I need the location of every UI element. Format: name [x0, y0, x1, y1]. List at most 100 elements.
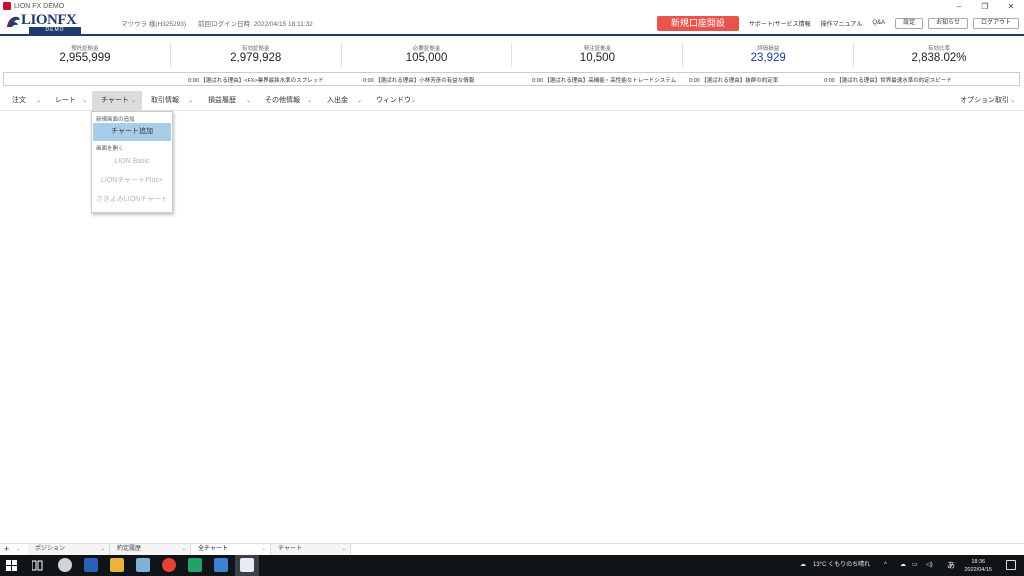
- weather-text[interactable]: 13°C くもりのち晴れ: [813, 555, 870, 576]
- tab-chart[interactable]: チャート ⌄: [271, 544, 351, 555]
- minimize-button[interactable]: –: [946, 2, 972, 11]
- menu-deposit-withdraw[interactable]: 入出金 ⌄: [327, 91, 369, 111]
- remote-desktop-icon[interactable]: [214, 558, 228, 572]
- sheets-icon[interactable]: [188, 558, 202, 572]
- app-icon[interactable]: [136, 558, 150, 572]
- lionfx-logo[interactable]: LIONFX DEMO: [5, 12, 83, 34]
- tab-label: 約定履歴: [117, 546, 142, 552]
- app-icon: [3, 2, 11, 10]
- lion-chart-plus-item[interactable]: LIONチャートPlus+: [92, 171, 172, 190]
- ticker-item[interactable]: 0:00 【選ばれる理由】<FX>業界最狭水準のスプレッド: [188, 76, 324, 84]
- edge-icon[interactable]: [58, 558, 72, 572]
- chevron-down-icon: ⌄: [246, 98, 252, 104]
- summary-deposit: 預託証拠金 2,955,999: [0, 42, 171, 67]
- windows-start-icon[interactable]: [6, 560, 17, 571]
- summary-value: 105,000: [405, 52, 448, 64]
- ticker-item[interactable]: 0:00 【選ばれる理由】世界最速水準の約定スピード: [824, 76, 952, 84]
- summary-required-margin: 必要証拠金 105,000: [342, 42, 513, 67]
- chevron-down-icon: ⌄: [36, 98, 42, 104]
- summary-order-margin: 発注証拠金 10,500: [512, 42, 684, 67]
- file-explorer-icon[interactable]: [110, 558, 124, 572]
- dropdown-section-new: 新規画面の追加: [96, 117, 135, 123]
- sakiyomi-chart-item[interactable]: さきよみLIONチャート: [92, 190, 172, 209]
- close-button[interactable]: ✕: [998, 2, 1024, 11]
- bottom-tab-bar: + ⌄ ポジション ⌄ 約定履歴 ⌄ 全チャート ⌄ チャート ⌄: [0, 543, 1024, 555]
- tab-all-charts[interactable]: 全チャート ⌄: [191, 544, 271, 555]
- chevron-down-icon: ⌄: [411, 98, 417, 104]
- account-summary: 預託証拠金 2,955,999 有効証拠金 2,979,928 必要証拠金 10…: [0, 42, 1024, 67]
- volume-icon[interactable]: ◁): [926, 555, 933, 576]
- menu-label: 取引情報: [151, 97, 179, 104]
- summary-value: 2,979,928: [230, 52, 282, 64]
- weather-icon[interactable]: ☁: [800, 555, 806, 576]
- window-title: LION FX DEMO: [14, 2, 65, 10]
- menu-label: 入出金: [327, 97, 348, 104]
- chevron-down-icon: ⌄: [341, 546, 346, 552]
- notice-button[interactable]: お知らせ: [928, 17, 968, 29]
- menu-label: 損益履歴: [208, 97, 236, 104]
- summary-value: 2,955,999: [59, 52, 111, 64]
- menu-order[interactable]: 注文 ⌄: [12, 91, 48, 111]
- summary-value: 10,500: [579, 52, 615, 64]
- chart-dropdown-menu: 新規画面の追加 チャート追加 画面を開く LION Basic LIONチャート…: [91, 111, 173, 213]
- dropdown-section-open: 画面を開く: [96, 146, 124, 152]
- news-ticker[interactable]: 0:00 【選ばれる理由】<FX>業界最狭水準のスプレッド 0:00 【選ばれる…: [3, 72, 1020, 86]
- notification-icon[interactable]: [1006, 560, 1016, 570]
- add-chart-item[interactable]: チャート追加: [93, 123, 171, 141]
- summary-effective-ratio: 有効比率 2,838.02%: [854, 42, 1024, 67]
- menu-window[interactable]: ウィンドウ ⌄: [376, 91, 422, 111]
- onedrive-icon[interactable]: ☁: [900, 555, 906, 576]
- tray-chevron-icon[interactable]: ^: [884, 555, 887, 576]
- chevron-down-icon[interactable]: ⌄: [16, 544, 20, 555]
- tab-execution-history[interactable]: 約定履歴 ⌄: [110, 544, 191, 555]
- clock-time: 18:36: [971, 559, 986, 565]
- menu-other-info[interactable]: その他情報 ⌄: [265, 91, 321, 111]
- tab-label: ポジション: [35, 546, 66, 552]
- manual-link[interactable]: 操作マニュアル: [821, 19, 863, 28]
- menu-trade-info[interactable]: 取引情報 ⌄: [151, 91, 201, 111]
- task-view-icon[interactable]: [32, 560, 43, 571]
- restore-button[interactable]: ❐: [972, 2, 998, 11]
- tab-position[interactable]: ポジション ⌄: [28, 544, 110, 555]
- chevron-down-icon: ⌄: [261, 546, 266, 552]
- lion-basic-item[interactable]: LION Basic: [92, 152, 172, 171]
- summary-label: 預託証拠金: [71, 46, 99, 52]
- ticker-item[interactable]: 0:00 【選ばれる理由】小林芳彦の有益な情報: [363, 76, 474, 84]
- user-name: マツウラ 様(H325293): [121, 21, 187, 28]
- summary-value: 23,929: [750, 52, 786, 64]
- network-icon[interactable]: ▭: [912, 555, 918, 576]
- settings-button[interactable]: 設定: [895, 17, 924, 29]
- menu-option-trading[interactable]: オプション取引 ⌄: [960, 91, 1020, 111]
- chevron-down-icon: ⌄: [1010, 98, 1016, 104]
- demo-badge: DEMO: [29, 27, 81, 34]
- summary-label: 評価損益: [757, 46, 780, 52]
- system-clock[interactable]: 18:36 2022/04/15: [964, 558, 992, 574]
- add-tab-icon[interactable]: +: [4, 544, 9, 555]
- lionfx-taskbar-active[interactable]: [235, 555, 259, 576]
- menu-label: レート: [55, 97, 76, 104]
- menu-label: 注文: [12, 97, 26, 104]
- lion-icon: [7, 16, 20, 27]
- support-link[interactable]: サポート/サービス情報: [749, 19, 811, 28]
- clock-date: 2022/04/15: [964, 567, 992, 573]
- app-header: LIONFX DEMO マツウラ 様(H325293) 前回ログイン日時: 20…: [0, 12, 1024, 36]
- menu-chart[interactable]: チャート ⌄: [92, 91, 142, 111]
- chevron-down-icon: ⌄: [188, 98, 194, 104]
- summary-label: 有効比率: [928, 46, 951, 52]
- menu-label: ウィンドウ: [376, 97, 411, 104]
- chevron-down-icon: ⌄: [82, 98, 88, 104]
- word-icon[interactable]: [84, 558, 98, 572]
- logout-button[interactable]: ログアウト: [972, 17, 1019, 29]
- ticker-item[interactable]: 0:00 【選ばれる理由】抜群の約定率: [689, 76, 778, 84]
- qa-link[interactable]: Q&A: [872, 20, 885, 26]
- chrome-icon[interactable]: [162, 558, 176, 572]
- menu-rate[interactable]: レート ⌄: [55, 91, 91, 111]
- ticker-item[interactable]: 0:00 【選ばれる理由】高機能・高性能なトレードシステム: [532, 76, 676, 84]
- menu-pl-history[interactable]: 損益履歴 ⌄: [208, 91, 258, 111]
- summary-label: 有効証拠金: [241, 46, 270, 52]
- ime-indicator[interactable]: あ: [947, 555, 955, 576]
- chevron-down-icon: ⌄: [307, 98, 313, 104]
- summary-label: 必要証拠金: [412, 46, 441, 52]
- main-menu: 注文 ⌄ レート ⌄ チャート ⌄ 取引情報 ⌄ 損益履歴 ⌄ その他情報 ⌄ …: [0, 91, 1024, 111]
- open-account-button[interactable]: 新規口座開設: [656, 15, 739, 31]
